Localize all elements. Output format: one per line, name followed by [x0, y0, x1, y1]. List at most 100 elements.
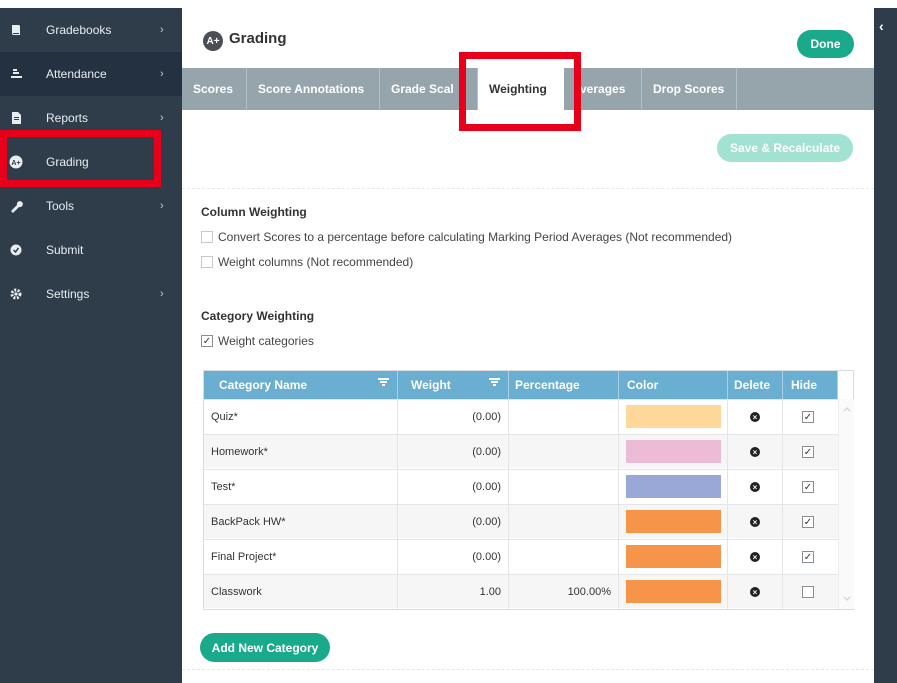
- color-swatch[interactable]: [626, 545, 721, 568]
- add-new-category-button[interactable]: Add New Category: [200, 633, 330, 662]
- category-name: BackPack HW*: [211, 516, 286, 528]
- sidebar-item-attendance[interactable]: Attendance ›: [0, 52, 182, 96]
- sidebar-item-tools[interactable]: Tools ›: [0, 184, 182, 228]
- color-cell[interactable]: [619, 400, 728, 434]
- column-header-percentage[interactable]: Percentage: [509, 371, 619, 399]
- highlight-box-grading: [0, 130, 161, 187]
- table-scrollbar[interactable]: [838, 399, 854, 609]
- divider: [182, 188, 874, 189]
- tab-scores[interactable]: Scores: [182, 68, 247, 110]
- category-name-cell[interactable]: Test*: [204, 470, 398, 504]
- chevron-right-icon: ›: [160, 112, 164, 124]
- hide-checkbox[interactable]: ✓: [802, 446, 814, 458]
- color-swatch[interactable]: [626, 405, 721, 428]
- table-row[interactable]: Classwork 1.00 100.00% ×: [204, 574, 838, 609]
- column-header-color[interactable]: Color: [619, 371, 728, 399]
- hide-cell: [783, 575, 838, 609]
- filter-icon[interactable]: [378, 377, 389, 388]
- category-name-cell[interactable]: Final Project*: [204, 540, 398, 574]
- column-header-delete[interactable]: Delete: [728, 371, 783, 399]
- delete-icon[interactable]: ×: [750, 517, 760, 527]
- chevron-right-icon: ›: [160, 288, 164, 300]
- hide-checkbox[interactable]: ✓: [802, 481, 814, 493]
- hide-cell: ✓: [783, 400, 838, 434]
- hide-checkbox[interactable]: [802, 586, 814, 598]
- color-swatch[interactable]: [626, 580, 721, 603]
- weight-cell[interactable]: (0.00): [398, 505, 509, 539]
- weight-cell[interactable]: (0.00): [398, 400, 509, 434]
- sidebar-item-label: Submit: [46, 243, 84, 257]
- table-row[interactable]: Final Project* (0.00) × ✓: [204, 539, 838, 574]
- collapse-panel-strip[interactable]: ‹: [874, 8, 897, 683]
- hide-cell: ✓: [783, 540, 838, 574]
- sidebar-item-settings[interactable]: Settings ›: [0, 272, 182, 316]
- color-cell[interactable]: [619, 540, 728, 574]
- done-button[interactable]: Done: [797, 30, 854, 58]
- category-name: Homework*: [211, 446, 268, 458]
- percentage-cell: [509, 540, 619, 574]
- table-row[interactable]: BackPack HW* (0.00) × ✓: [204, 504, 838, 539]
- category-name: Test*: [211, 481, 236, 493]
- color-cell[interactable]: [619, 575, 728, 609]
- delete-icon[interactable]: ×: [750, 587, 760, 597]
- weight-columns-label: Weight columns (Not recommended): [218, 255, 414, 269]
- color-cell[interactable]: [619, 435, 728, 469]
- percentage-cell: [509, 470, 619, 504]
- category-name-cell[interactable]: Quiz*: [204, 400, 398, 434]
- column-header-label: Category Name: [219, 378, 308, 392]
- delete-icon[interactable]: ×: [750, 482, 760, 492]
- sidebar-item-label: Attendance: [46, 67, 107, 81]
- weight-cell[interactable]: (0.00): [398, 470, 509, 504]
- category-name-cell[interactable]: BackPack HW*: [204, 505, 398, 539]
- weight-cell[interactable]: 1.00: [398, 575, 509, 609]
- weight-columns-option[interactable]: Weight columns (Not recommended): [201, 255, 413, 269]
- weight-categories-option[interactable]: ✓ Weight categories: [201, 334, 314, 348]
- category-name-cell[interactable]: Classwork: [204, 575, 398, 609]
- convert-scores-option[interactable]: Convert Scores to a percentage before ca…: [201, 230, 732, 244]
- delete-icon[interactable]: ×: [750, 447, 760, 457]
- color-cell[interactable]: [619, 470, 728, 504]
- percentage-cell: [509, 400, 619, 434]
- person-desk-icon: [9, 67, 23, 81]
- table-row[interactable]: Homework* (0.00) × ✓: [204, 434, 838, 469]
- hide-checkbox[interactable]: ✓: [802, 551, 814, 563]
- percentage-cell: 100.00%: [509, 575, 619, 609]
- chevron-left-icon[interactable]: ‹: [879, 18, 884, 34]
- column-header-weight[interactable]: Weight: [398, 371, 509, 399]
- hide-checkbox[interactable]: ✓: [802, 411, 814, 423]
- tab-drop-scores[interactable]: Drop Scores: [642, 68, 737, 110]
- sidebar-item-label: Reports: [46, 111, 89, 125]
- weight-columns-checkbox[interactable]: [201, 256, 213, 268]
- category-name-cell[interactable]: Homework*: [204, 435, 398, 469]
- column-header-category-name[interactable]: Category Name: [204, 371, 398, 399]
- delete-cell: ×: [728, 540, 783, 574]
- delete-cell: ×: [728, 400, 783, 434]
- chevron-right-icon: ›: [160, 24, 164, 36]
- table-row[interactable]: Test* (0.00) × ✓: [204, 469, 838, 504]
- save-recalculate-button[interactable]: Save & Recalculate: [717, 134, 853, 162]
- delete-icon[interactable]: ×: [750, 412, 760, 422]
- tab-score-annotations[interactable]: Score Annotations: [247, 68, 380, 110]
- weight-cell[interactable]: (0.00): [398, 435, 509, 469]
- page-title: Grading: [229, 30, 287, 47]
- weight-cell[interactable]: (0.00): [398, 540, 509, 574]
- sidebar-item-submit[interactable]: Submit: [0, 228, 182, 272]
- book-icon: [9, 23, 23, 37]
- table-row[interactable]: Quiz* (0.00) × ✓: [204, 399, 838, 434]
- delete-icon[interactable]: ×: [750, 552, 760, 562]
- color-swatch[interactable]: [626, 475, 721, 498]
- category-name: Final Project*: [211, 551, 277, 563]
- color-swatch[interactable]: [626, 510, 721, 533]
- column-header-hide[interactable]: Hide: [783, 371, 838, 399]
- filter-icon[interactable]: [489, 377, 500, 388]
- sidebar-item-gradebooks[interactable]: Gradebooks ›: [0, 8, 182, 52]
- weight-categories-label: Weight categories: [218, 334, 314, 348]
- color-swatch[interactable]: [626, 440, 721, 463]
- color-cell[interactable]: [619, 505, 728, 539]
- delete-cell: ×: [728, 470, 783, 504]
- hide-checkbox[interactable]: ✓: [802, 516, 814, 528]
- top-strip: [0, 0, 897, 8]
- convert-scores-checkbox[interactable]: [201, 231, 213, 243]
- percentage-cell: [509, 505, 619, 539]
- weight-categories-checkbox[interactable]: ✓: [201, 335, 213, 347]
